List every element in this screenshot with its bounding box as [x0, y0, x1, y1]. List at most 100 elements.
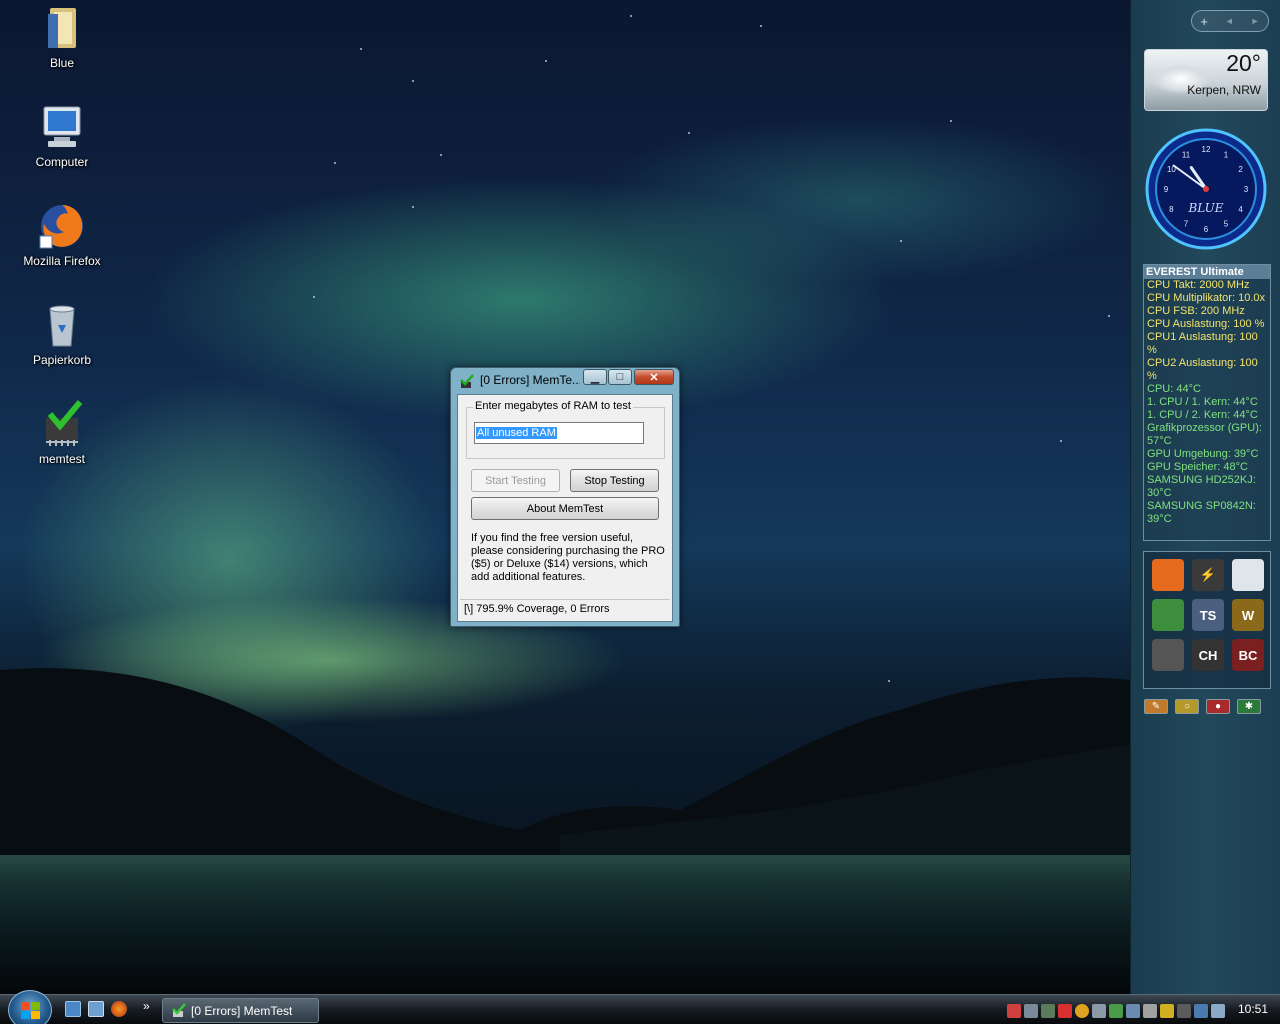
everest-sensor-row: CPU2 Auslastung: 100 %: [1147, 357, 1258, 382]
network-icon[interactable]: ✱: [1237, 699, 1261, 714]
info-icon[interactable]: [1075, 1003, 1089, 1018]
maximize-button[interactable]: □: [608, 369, 632, 385]
memtest-icon: [38, 400, 86, 448]
next-gadget-button[interactable]: ►: [1251, 16, 1260, 26]
clock-numeral: 12: [1202, 145, 1211, 154]
messenger-icon[interactable]: [1152, 599, 1184, 631]
window-titlebar[interactable]: [0 Errors] MemTe... ▁ □ ✕: [451, 368, 679, 394]
desktop-icon-memtest[interactable]: memtest: [14, 400, 110, 466]
recycle-bin-icon: [38, 301, 86, 349]
memtest-window: [0 Errors] MemTe... ▁ □ ✕ Enter megabyte…: [450, 367, 680, 627]
show-desktop-icon[interactable]: [65, 1001, 81, 1017]
everest-sensor-row: 1. CPU / 1. Kern: 44°C: [1147, 396, 1258, 408]
switch-windows-icon[interactable]: [88, 1001, 104, 1017]
firefox-icon: [38, 202, 86, 250]
start-testing-button[interactable]: Start Testing: [471, 469, 560, 492]
close-button[interactable]: ✕: [634, 369, 674, 385]
wow-icon[interactable]: W: [1232, 599, 1264, 631]
everest-sensor-row: CPU Takt: 2000 MHz: [1147, 279, 1250, 291]
clock-numeral: 7: [1184, 220, 1189, 229]
memtest-icon: [460, 374, 474, 388]
clock-numeral: 3: [1244, 185, 1249, 194]
device-icon[interactable]: [1041, 1003, 1055, 1018]
add-gadget-button[interactable]: +: [1200, 14, 1208, 29]
lock-icon[interactable]: ○: [1175, 699, 1199, 714]
desktop-icon-label: Computer: [35, 155, 89, 169]
desktop-icon-label: Mozilla Firefox: [23, 254, 101, 268]
about-memtest-button[interactable]: About MemTest: [471, 497, 659, 520]
everest-sensor-row: SAMSUNG HD252KJ: 30°C: [1147, 474, 1256, 499]
cheat-icon[interactable]: CH: [1192, 639, 1224, 671]
everest-sensor-row: CPU FSB: 200 MHz: [1147, 305, 1245, 317]
power-icon[interactable]: [1160, 1003, 1174, 1018]
computer-icon: [38, 103, 86, 151]
network-monitor-icon[interactable]: [1024, 1003, 1038, 1018]
taskbar-item-memtest[interactable]: [0 Errors] MemTest: [162, 998, 319, 1023]
clock-numeral: 1: [1224, 150, 1229, 159]
everest-sensor-row: CPU Auslastung: 100 %: [1147, 318, 1265, 330]
ram-group-label: Enter megabytes of RAM to test: [473, 400, 633, 412]
clock-numeral: 2: [1238, 165, 1243, 174]
taskbar-clock[interactable]: 10:51: [1238, 1002, 1268, 1016]
weather-gadget[interactable]: 20° Kerpen, NRW: [1144, 49, 1268, 111]
everest-sensor-row: CPU Multiplikator: 10.0x: [1147, 292, 1265, 304]
printer-icon[interactable]: [1092, 1003, 1106, 1018]
start-button[interactable]: [8, 990, 52, 1024]
speaker-icon[interactable]: [1211, 1003, 1225, 1018]
desktop-icon-blue[interactable]: Blue: [14, 4, 110, 70]
lake-reflection: [0, 855, 1130, 994]
ram-amount-value: All unused RAM: [476, 427, 557, 439]
desktop-icon-computer[interactable]: Computer: [14, 103, 110, 169]
status-bar: [\] 795.9% Coverage, 0 Errors: [460, 599, 670, 619]
antivirus-icon[interactable]: [1058, 1003, 1072, 1018]
weather-location: Kerpen, NRW: [1187, 83, 1261, 97]
system-tools-bar: ✎ ○ ● ✱: [1144, 699, 1261, 714]
sync-icon[interactable]: [1109, 1003, 1123, 1018]
settings-icon[interactable]: [1143, 1003, 1157, 1018]
clock-gadget[interactable]: 123456789101112 BLUE: [1145, 128, 1267, 250]
everest-sensor-row: CPU1 Auslastung: 100 %: [1147, 331, 1258, 356]
clock-numeral: 8: [1169, 205, 1174, 214]
racing-icon[interactable]: [1232, 559, 1264, 591]
folder-icon: [38, 4, 86, 52]
stop-testing-button[interactable]: Stop Testing: [570, 469, 659, 492]
desktop-icon-firefox[interactable]: Mozilla Firefox: [14, 202, 110, 268]
desktop-icon-label: Blue: [49, 56, 75, 70]
volume-muted-icon[interactable]: [1007, 1003, 1021, 1018]
clock-numeral: 4: [1238, 205, 1243, 214]
taskbar-item-label: [0 Errors] MemTest: [191, 1003, 293, 1018]
clock-numeral: 11: [1182, 150, 1191, 159]
mountain-silhouette: [0, 668, 1130, 860]
everest-title: EVEREST Ultimate: [1144, 265, 1270, 279]
minimize-button[interactable]: ▁: [583, 369, 607, 385]
window-client-area: Enter megabytes of RAM to test All unuse…: [457, 394, 673, 622]
display-icon[interactable]: [1126, 1003, 1140, 1018]
firefox-icon[interactable]: [1152, 559, 1184, 591]
wrench-icon[interactable]: ✎: [1144, 699, 1168, 714]
windows-sidebar: + ◄ ► 20° Kerpen, NRW 1 2 3 4 5 6 7 8 9 10 11 12 BL…: [1130, 0, 1280, 994]
everest-sensor-row: GPU Umgebung: 39°C: [1147, 448, 1259, 460]
desktop-icon-label: memtest: [38, 452, 85, 466]
network-icon[interactable]: [1194, 1003, 1208, 1018]
clock-numeral: 5: [1224, 220, 1229, 229]
everest-sensor-list: CPU Takt: 2000 MHz CPU Multiplikator: 10.…: [1144, 279, 1270, 526]
clock-numeral: 9: [1164, 185, 1169, 194]
power-icon[interactable]: ●: [1206, 699, 1230, 714]
teamspeak-icon[interactable]: TS: [1192, 599, 1224, 631]
taskbar: » [0 Errors] MemTest 10:51: [0, 990, 1280, 1024]
desktop-icon-recycle-bin[interactable]: Papierkorb: [14, 301, 110, 367]
memtest-icon: [172, 1003, 186, 1017]
windows-logo-icon: [21, 1002, 40, 1019]
everest-sensor-row: CPU: 44°C: [1147, 383, 1201, 395]
winamp-icon[interactable]: ⚡: [1192, 559, 1224, 591]
keyboard-icon[interactable]: [1177, 1003, 1191, 1018]
app-launcher-gadget: ⚡ TS W CH BC: [1143, 551, 1271, 689]
clock-brand: BLUE: [1187, 201, 1223, 215]
previous-gadget-button[interactable]: ◄: [1225, 16, 1234, 26]
quicklaunch-overflow-button[interactable]: »: [143, 999, 150, 1013]
bc-icon[interactable]: BC: [1232, 639, 1264, 671]
everest-gadget: EVEREST Ultimate CPU Takt: 2000 MHz CPU M…: [1143, 264, 1271, 541]
steam-icon[interactable]: [1152, 639, 1184, 671]
everest-sensor-row: Grafikprozessor (GPU): 57°C: [1147, 422, 1262, 447]
firefox-icon[interactable]: [111, 1001, 127, 1017]
